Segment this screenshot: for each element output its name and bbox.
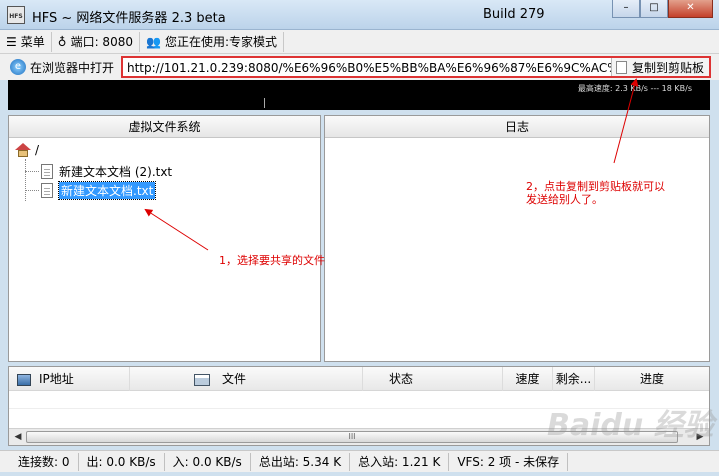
baidu-watermark: Baidu 经验 bbox=[547, 408, 714, 443]
window-controls: – □ ✕ bbox=[612, 0, 713, 18]
annotation-step2-line2: 发送给别人了。 bbox=[526, 193, 603, 206]
bandwidth-graph: 最高速度: 2.3 KB/s --- 18 KB/s bbox=[8, 80, 710, 110]
url-field[interactable] bbox=[127, 60, 611, 76]
toolbar: ☰ 菜单 ♁ 端口: 8080 👥 您正在使用:专家模式 bbox=[0, 30, 719, 54]
status-vfs[interactable]: VFS: 2 项 - 未保存 bbox=[449, 452, 569, 471]
virtual-file-system-panel: 虚拟文件系统 / 新建文本文档 (2).txt 新建文本文档.txt bbox=[8, 115, 321, 362]
speed-label: 最高速度: 2.3 KB/s --- 18 KB/s bbox=[577, 84, 692, 93]
minimize-button[interactable]: – bbox=[612, 0, 640, 18]
status-total-in: 总入站: 1.21 K bbox=[350, 452, 450, 471]
column-ip[interactable]: IP地址 bbox=[9, 367, 130, 391]
tree-connector bbox=[25, 171, 39, 172]
column-speed[interactable]: 速度 bbox=[503, 367, 553, 391]
column-ip-label: IP地址 bbox=[39, 372, 74, 386]
file-item[interactable]: 新建文本文档 (2).txt bbox=[41, 163, 172, 180]
column-file[interactable]: 文件 bbox=[130, 367, 363, 391]
annotation-step1: 1，选择要共享的文件 bbox=[219, 254, 325, 267]
column-status[interactable]: 状态 bbox=[363, 367, 503, 391]
window-icon bbox=[194, 373, 210, 386]
copy-label: 复制到剪贴板 bbox=[632, 60, 705, 75]
home-icon bbox=[15, 143, 31, 157]
tree-connector bbox=[25, 190, 39, 191]
column-remaining[interactable]: 剩余... bbox=[553, 367, 595, 391]
log-panel: 日志 bbox=[324, 115, 710, 362]
title-bar: HFS HFS ~ 网络文件服务器 2.3 beta Build 279 – □… bbox=[0, 0, 719, 30]
log-header: 日志 bbox=[325, 116, 709, 138]
menu-button[interactable]: ☰ 菜单 bbox=[0, 31, 52, 52]
maximize-button[interactable]: □ bbox=[640, 0, 668, 18]
graph-tick bbox=[264, 98, 265, 108]
annotation-step2-line1: 2，点击复制到剪贴板就可以 bbox=[526, 180, 665, 193]
close-button[interactable]: ✕ bbox=[668, 0, 713, 18]
copy-to-clipboard-button[interactable]: 复制到剪贴板 bbox=[611, 58, 709, 76]
column-speed-label: 速度 bbox=[515, 372, 540, 386]
file-item-selected[interactable]: 新建文本文档.txt bbox=[41, 181, 157, 200]
url-bar: e 在浏览器中打开 复制到剪贴板 bbox=[0, 54, 719, 80]
column-progress[interactable]: 进度 bbox=[595, 367, 709, 391]
status-connections: 连接数: 0 bbox=[0, 452, 79, 471]
root-label: / bbox=[35, 143, 40, 157]
mode-button[interactable]: 👥 您正在使用:专家模式 bbox=[140, 31, 284, 52]
column-status-label: 状态 bbox=[389, 372, 414, 386]
column-progress-label: 进度 bbox=[639, 372, 664, 386]
clipboard-icon bbox=[616, 60, 627, 74]
port-label: 端口: 8080 bbox=[70, 35, 133, 49]
window-title: HFS ~ 网络文件服务器 2.3 beta bbox=[32, 11, 226, 26]
menu-label: 菜单 bbox=[20, 35, 45, 49]
menu-icon: ☰ bbox=[6, 34, 17, 49]
open-in-browser-label: 在浏览器中打开 bbox=[30, 60, 115, 75]
hfs-app-icon: HFS bbox=[7, 6, 25, 24]
status-in: 入: 0.0 KB/s bbox=[165, 452, 251, 471]
file-name: 新建文本文档 (2).txt bbox=[59, 165, 173, 179]
tree-connector bbox=[25, 159, 26, 201]
browser-icon: e bbox=[10, 59, 26, 75]
scroll-left-icon[interactable]: ◀ bbox=[11, 431, 25, 443]
vfs-header: 虚拟文件系统 bbox=[9, 116, 320, 138]
text-file-icon bbox=[41, 183, 53, 198]
users-icon: 👥 bbox=[145, 34, 161, 49]
tree-root[interactable]: / bbox=[15, 143, 39, 157]
plug-icon: ♁ bbox=[57, 34, 67, 49]
status-out: 出: 0.0 KB/s bbox=[79, 452, 165, 471]
url-highlight-box: 复制到剪贴板 bbox=[121, 56, 711, 78]
port-button[interactable]: ♁ 端口: 8080 bbox=[52, 31, 140, 52]
column-remaining-label: 剩余... bbox=[555, 372, 592, 386]
mode-label: 您正在使用:专家模式 bbox=[164, 35, 277, 49]
file-name: 新建文本文档.txt bbox=[57, 181, 157, 200]
column-file-label: 文件 bbox=[222, 372, 247, 386]
build-label: Build 279 bbox=[483, 7, 545, 22]
open-in-browser-button[interactable]: e 在浏览器中打开 bbox=[0, 59, 121, 76]
text-file-icon bbox=[41, 164, 53, 179]
connections-header: IP地址 文件 状态 速度 剩余... 进度 bbox=[9, 367, 709, 391]
network-icon bbox=[17, 373, 31, 386]
status-bar: 连接数: 0 出: 0.0 KB/s 入: 0.0 KB/s 总出站: 5.34… bbox=[0, 450, 719, 472]
status-total-out: 总出站: 5.34 K bbox=[251, 452, 351, 471]
